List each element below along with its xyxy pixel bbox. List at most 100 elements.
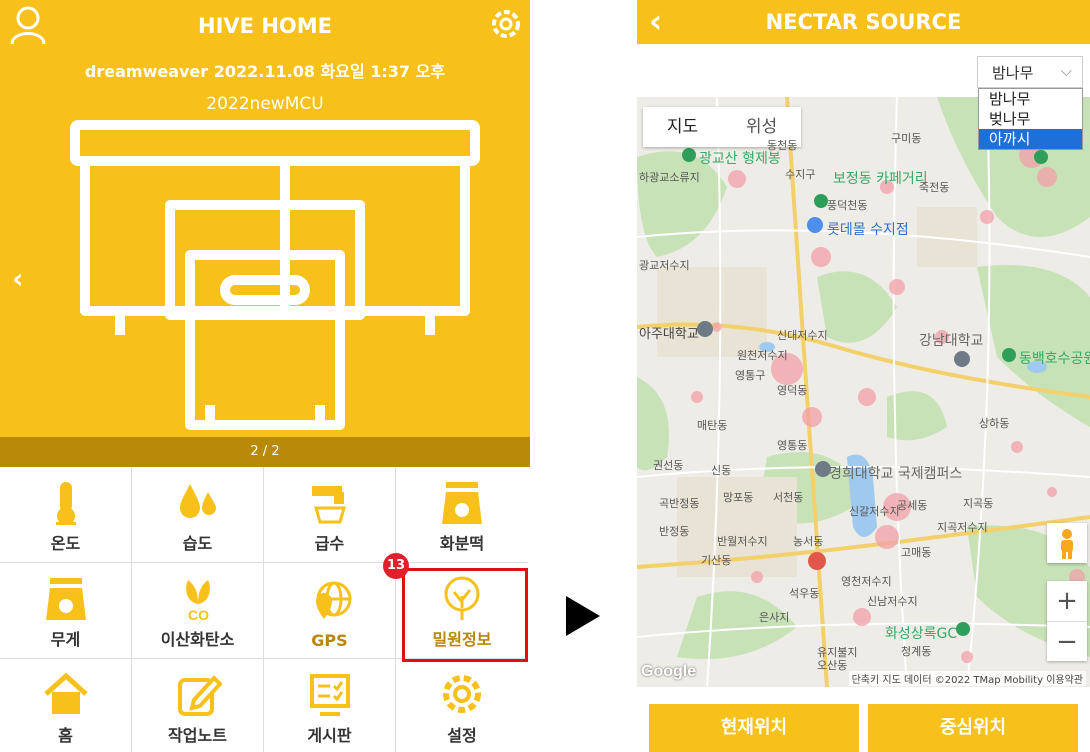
map-label: 반정동	[659, 525, 690, 538]
hive-hero-panel: HIVE HOME dreamweaver 2022.11.08 화요일 1:3…	[0, 0, 530, 437]
dropdown-option[interactable]: 벚나무	[979, 109, 1082, 129]
menu-work-note[interactable]: 작업노트	[132, 659, 264, 752]
map-label: 풍덕천동	[827, 199, 868, 212]
map-attribution-text[interactable]: 단축키 지도 데이터 ©2022 TMap Mobility 이용약관	[848, 671, 1086, 686]
map-label: 기산동	[701, 554, 732, 567]
map-label: 신동	[711, 464, 732, 477]
map-label: 석우동	[789, 587, 820, 600]
zoom-in-button[interactable]: +	[1047, 581, 1087, 621]
menu-label: 홈	[58, 726, 73, 745]
map-label: 지곡동	[963, 497, 994, 510]
chevron-left-icon[interactable]: ‹	[12, 262, 24, 295]
device-name: 2022newMCU	[206, 94, 324, 114]
map-label: 영천저수지	[841, 575, 892, 588]
highlight-box	[402, 568, 528, 662]
menu-label: 무게	[50, 630, 81, 649]
map-type-map[interactable]: 지도	[643, 107, 722, 147]
home-icon	[43, 672, 88, 714]
map-label: 죽전동	[919, 181, 950, 194]
map-label: 신대저수지	[777, 329, 828, 342]
menu-weight[interactable]: 무게	[0, 563, 132, 659]
map-label: 매탄동	[697, 419, 728, 432]
transition-arrow-icon	[566, 596, 600, 636]
note-edit-icon	[177, 675, 222, 716]
menu-board[interactable]: 게시판	[264, 659, 396, 752]
map-label: 영통동	[777, 439, 808, 452]
map-label: 경희대학교 국제캠퍼스	[829, 466, 963, 482]
map-label: 보정동 카페거리	[833, 171, 928, 187]
page-title: NECTAR SOURCE	[765, 10, 962, 34]
hive-home-screen: HIVE HOME dreamweaver 2022.11.08 화요일 1:3…	[0, 0, 530, 752]
map-label: 롯데몰 수지점	[827, 222, 909, 238]
map-label: 신갈저수지	[849, 505, 900, 518]
menu-label: GPS	[311, 631, 348, 650]
zoom-controls: + −	[1047, 581, 1087, 661]
menu-label: 설정	[447, 726, 477, 745]
weight-icon	[45, 578, 86, 620]
tree-type-select[interactable]: 밤나무 ⌵	[977, 56, 1083, 88]
co2-icon: CO	[185, 580, 210, 622]
page-title: HIVE HOME	[198, 14, 332, 38]
user-datetime: dreamweaver 2022.11.08 화요일 1:37 오후	[84, 62, 446, 81]
menu-label: 이산화탄소	[160, 630, 235, 649]
water-tap-icon	[311, 486, 346, 524]
menu-label: 게시판	[307, 726, 352, 745]
center-location-button[interactable]: 중심위치	[868, 704, 1078, 752]
map-label: 상하동	[979, 417, 1010, 430]
current-location-button[interactable]: 현재위치	[649, 704, 859, 752]
map-label: 구미동	[891, 132, 922, 145]
menu-label: 화분떡	[439, 534, 485, 553]
svg-text:CO: CO	[188, 607, 209, 622]
dropdown-option-selected[interactable]: 아까시	[979, 129, 1082, 149]
map-label: 동천동	[767, 139, 798, 152]
map-label: 하광교소류지	[639, 171, 700, 184]
map-label: 원천저수지	[737, 349, 788, 362]
settings-icon	[443, 675, 481, 713]
menu-water-supply[interactable]: 급수	[264, 467, 396, 563]
nectar-source-screen: ‹ NECTAR SOURCE 밤나무 ⌵ 밤나무 벚나무 아까시 지도 위성 …	[637, 0, 1090, 752]
tree-type-dropdown: 밤나무 벚나무 아까시	[978, 88, 1083, 150]
map-attribution: 단축키 지도 데이터 ©2022 TMap Mobility 이용약관	[637, 669, 1090, 687]
select-value: 밤나무	[992, 64, 1034, 82]
menu-label: 온도	[50, 534, 81, 553]
map-label: 반월저수지	[717, 535, 768, 548]
menu-gps[interactable]: GPS	[264, 563, 396, 659]
map-label: 은사지	[759, 611, 790, 624]
menu-humidity[interactable]: 습도	[132, 467, 264, 563]
humidity-icon	[179, 484, 216, 518]
menu-label: 작업노트	[168, 726, 227, 745]
zoom-out-button[interactable]: −	[1047, 621, 1087, 661]
menu-pollen-cake[interactable]: 화분떡	[396, 467, 528, 563]
gps-icon	[315, 581, 351, 619]
gear-icon[interactable]	[488, 6, 524, 46]
map-label: 고매동	[901, 546, 932, 559]
map-label: 권선동	[653, 459, 684, 472]
menu-co2[interactable]: CO 이산화탄소	[132, 563, 264, 659]
map-label: 공세동	[897, 499, 928, 512]
map-view[interactable]: 지도 위성 광교산 형제봉 보정동 카페거리 롯데몰 수지점 강남대학교 동백호…	[637, 97, 1090, 687]
dropdown-option[interactable]: 밤나무	[979, 89, 1082, 109]
menu-home[interactable]: 홈	[0, 659, 132, 752]
map-label: 영덕동	[777, 384, 808, 397]
map-label: 신남저수지	[867, 595, 918, 608]
board-icon	[309, 674, 350, 716]
map-label: 화성상록GC	[885, 626, 958, 642]
map-label: 농서동	[793, 535, 824, 548]
map-label: 지곡저수지	[937, 521, 988, 534]
menu-temperature[interactable]: 온도	[0, 467, 132, 563]
map-label: 광교저수지	[639, 259, 690, 272]
map-label: 청계동	[901, 645, 932, 658]
menu-label: 습도	[182, 534, 213, 553]
map-label: 영통구	[735, 369, 766, 382]
step-badge: 13	[383, 553, 409, 579]
pegman-icon[interactable]	[1047, 523, 1087, 563]
chevron-down-icon: ⌵	[1060, 62, 1072, 80]
map-label: 곡반정동	[659, 497, 700, 510]
map-label: 망포동	[723, 491, 754, 504]
menu-settings[interactable]: 설정	[396, 659, 528, 752]
map-label: 동백호수공원	[1019, 351, 1090, 367]
map-label: 유지불지	[817, 646, 858, 659]
page-indicator: 2 / 2	[0, 437, 530, 467]
map-label: 서천동	[773, 491, 804, 504]
map-label: 아주대학교	[639, 327, 699, 342]
